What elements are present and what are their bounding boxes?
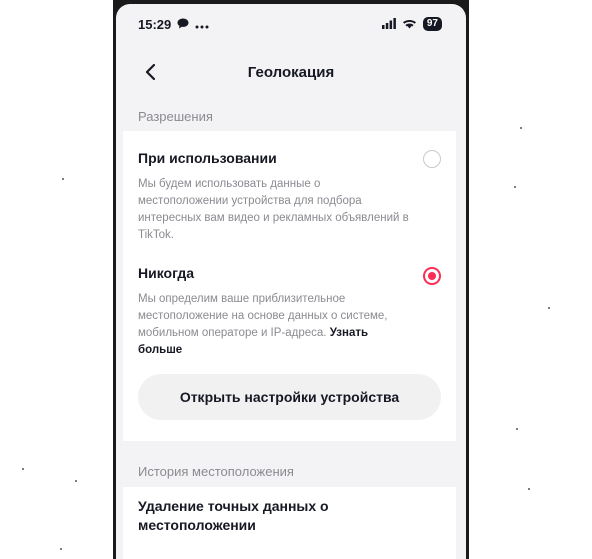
history-card: Удаление точных данных о местоположении [123,487,456,559]
background-speck [548,307,550,309]
option-description: Мы будем использовать данные о местополо… [138,178,409,241]
option-title: При использовании [138,150,277,166]
option-description: Мы определим ваше приблизительное местоп… [138,291,413,359]
status-left: 15:29 [138,17,209,32]
radio-while-using[interactable] [423,150,441,168]
status-bar: 15:29 97 [116,4,466,44]
page-header: Геолокация [116,52,466,92]
background-speck [22,468,24,470]
background-speck [60,548,62,550]
chevron-left-icon [145,63,156,81]
permissions-card: При использовании Мы будем использовать … [123,131,456,441]
phone-frame: 15:29 97 Геолокация Разрешения При испол… [113,0,469,559]
background-speck [75,480,77,482]
delete-precise-location-item[interactable]: Удаление точных данных о местоположении [138,497,398,535]
background-speck [516,428,518,430]
option-title: Никогда [138,265,195,281]
background-speck [520,127,522,129]
chat-bubble-icon [177,17,189,32]
radio-never[interactable] [423,267,441,285]
background-speck [528,488,530,490]
open-device-settings-button[interactable]: Открыть настройки устройства [138,374,441,420]
signal-icon [381,17,396,32]
background-speck [514,186,516,188]
phone-screen: 15:29 97 Геолокация Разрешения При испол… [116,4,466,559]
back-button[interactable] [136,58,164,86]
background-speck [62,178,64,180]
more-dots-icon [195,17,209,32]
page-title: Геолокация [247,63,335,81]
status-time: 15:29 [138,16,172,32]
section-label-history: История местоположения [138,464,294,479]
battery-indicator: 97 [422,17,442,31]
wifi-icon [402,17,417,32]
section-label-permissions: Разрешения [138,109,213,124]
status-right: 97 [381,17,442,32]
